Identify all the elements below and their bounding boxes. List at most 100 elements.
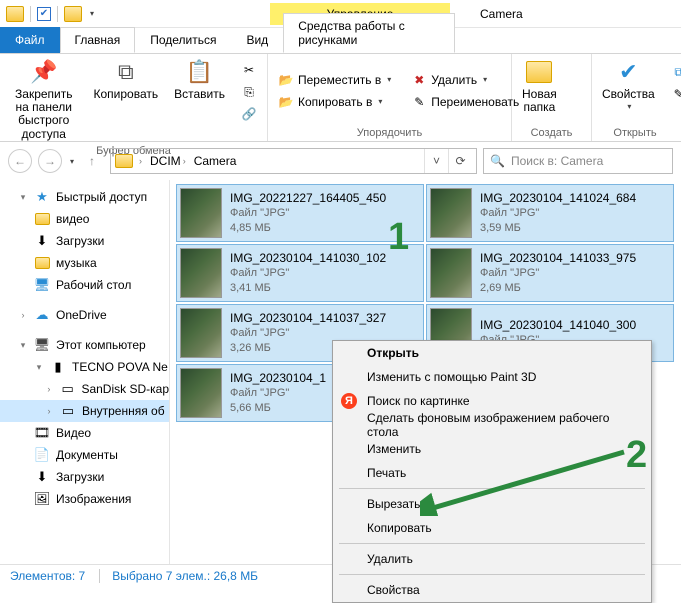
rename-button[interactable]: ✎Переименовать [407,92,523,112]
breadcrumb-dcim[interactable]: DCIM› [148,154,188,168]
storage-icon: ▭ [60,403,76,419]
ctx-yandex[interactable]: ЯПоиск по картинке [333,389,651,413]
file-type: Файл "JPG" [480,267,636,281]
sidebar-item-tecno[interactable]: ▾▮TECNO POVA Ne [0,356,169,378]
move-to-button[interactable]: 📂Переместить в▾ [274,70,395,90]
file-item[interactable]: IMG_20230104_141030_102 Файл "JPG" 3,41 … [176,244,424,302]
qat-customize-icon[interactable]: ▾ [90,9,94,18]
thumbnail-image [180,308,222,358]
forward-button[interactable]: → [38,149,62,173]
sidebar-item-downloads[interactable]: ⬇Загрузки [0,230,169,252]
sidebar-item-desktop[interactable]: 🖥Рабочий стол [0,274,169,296]
copy-button[interactable]: ⧉ Копировать [90,56,163,103]
tab-home[interactable]: Главная [60,27,136,53]
edit-small-button[interactable]: ✎ [667,84,681,104]
file-name: IMG_20230104_141033_975 [480,251,636,266]
file-item[interactable]: IMG_20221227_164405_450 Файл "JPG" 4,85 … [176,184,424,242]
cloud-icon: ☁ [34,307,50,323]
sidebar-item-images[interactable]: 🖼Изображения [0,488,169,510]
download-icon: ⬇ [34,233,50,249]
file-type: Файл "JPG" [230,387,326,401]
scissors-icon: ✂ [241,62,257,78]
ribbon-tabs: Файл Главная Поделиться Вид Средства раб… [0,28,681,54]
file-type: Файл "JPG" [480,207,636,221]
file-size: 5,66 МБ [230,402,326,416]
sidebar-item-internal[interactable]: ›▭Внутренняя об [0,400,169,422]
sidebar-item-videos[interactable]: 🎞Видео [0,422,169,444]
open-icon: ⧉ [671,64,681,80]
sidebar-onedrive[interactable]: ›☁OneDrive [0,304,169,326]
address-bar[interactable]: › DCIM› Camera ˅ ⟳ [110,148,477,174]
ctx-print[interactable]: Печать [333,461,651,485]
file-size: 3,59 МБ [480,222,636,236]
breadcrumb-root[interactable]: › [137,156,144,166]
new-folder-button[interactable]: Новая папка [518,56,561,116]
cut-small-button[interactable]: ✂ [237,60,261,80]
tab-picture-tools[interactable]: Средства работы с рисунками [283,13,455,53]
newfolder-icon [525,58,553,86]
properties-button[interactable]: ✔ Свойства▾ [598,56,659,114]
sidebar-quick-access[interactable]: ▾★Быстрый доступ [0,186,169,208]
copy-to-button[interactable]: 📂Копировать в▾ [274,92,395,112]
file-name: IMG_20230104_141037_327 [230,311,386,326]
download-icon: ⬇ [34,469,50,485]
file-item[interactable]: IMG_20230104_141024_684 Файл "JPG" 3,59 … [426,184,674,242]
search-placeholder: Поиск в: Camera [511,154,603,168]
sidebar-item-sandisk[interactable]: ›▭SanDisk SD-кар [0,378,169,400]
sidebar-this-pc[interactable]: ▾🖥Этот компьютер [0,334,169,356]
thumbnail-image [430,248,472,298]
sidebar-item-documents[interactable]: 📄Документы [0,444,169,466]
group-organize-label: Упорядочить [274,125,505,141]
file-item[interactable]: IMG_20230104_141033_975 Файл "JPG" 2,69 … [426,244,674,302]
status-count: Элементов: 7 [10,569,85,583]
sidebar-item-music[interactable]: музыка [0,252,169,274]
sidebar-item-video[interactable]: видео [0,208,169,230]
image-icon: 🖼 [34,491,50,507]
ctx-delete[interactable]: Удалить [333,547,651,571]
copypath-small-button[interactable]: ⎘ [237,82,261,102]
search-input[interactable]: 🔍 Поиск в: Camera [483,148,673,174]
open-small-button[interactable]: ⧉ [667,62,681,82]
ctx-cut[interactable]: Вырезать [333,492,651,516]
qat-properties-icon[interactable]: ✔ [37,7,51,21]
recent-locations-button[interactable]: ▾ [70,157,74,166]
file-type: Файл "JPG" [230,327,386,341]
breadcrumb-camera[interactable]: Camera [192,154,239,168]
quick-access-toolbar: ✔ ▾ [0,6,100,22]
doc-icon: 📄 [34,447,50,463]
delete-button[interactable]: ✖Удалить▾ [407,70,523,90]
address-dropdown-button[interactable]: ˅ [424,149,448,173]
star-icon: ★ [34,189,50,205]
ctx-copy[interactable]: Копировать [333,516,651,540]
file-type: Файл "JPG" [230,207,386,221]
delete-icon: ✖ [411,72,427,88]
pin-icon: 📌 [30,58,58,86]
ctx-open[interactable]: Открыть [333,341,651,365]
app-icon[interactable] [6,6,24,22]
paste-button[interactable]: 📋 Вставить [170,56,229,103]
sdcard-icon: ▭ [60,381,76,397]
thumbnail-image [180,188,222,238]
thumbnail-image [180,248,222,298]
ctx-wallpaper[interactable]: Сделать фоновым изображением рабочего ст… [333,413,651,437]
qat-newfolder-icon[interactable] [64,6,82,22]
tab-view[interactable]: Вид [231,27,283,53]
video-icon: 🎞 [34,425,50,441]
tab-file[interactable]: Файл [0,27,60,53]
file-size: 4,85 МБ [230,222,386,236]
pasteshortcut-small-button[interactable]: 🔗 [237,104,261,124]
copyto-icon: 📂 [278,94,294,110]
refresh-button[interactable]: ⟳ [448,149,472,173]
ctx-properties[interactable]: Свойства [333,578,651,602]
back-button[interactable]: ← [8,149,32,173]
rename-icon: ✎ [411,94,427,110]
up-button[interactable]: ↑ [80,149,104,173]
context-menu: Открыть Изменить с помощью Paint 3D ЯПои… [332,340,652,603]
ctx-paint3d[interactable]: Изменить с помощью Paint 3D [333,365,651,389]
sidebar-item-downloads2[interactable]: ⬇Загрузки [0,466,169,488]
pin-quickaccess-button[interactable]: 📌 Закрепить на панели быстрого доступа [6,56,82,143]
tab-share[interactable]: Поделиться [135,27,231,53]
yandex-icon: Я [341,393,357,409]
ctx-edit[interactable]: Изменить [333,437,651,461]
path-icon: ⎘ [241,84,257,100]
